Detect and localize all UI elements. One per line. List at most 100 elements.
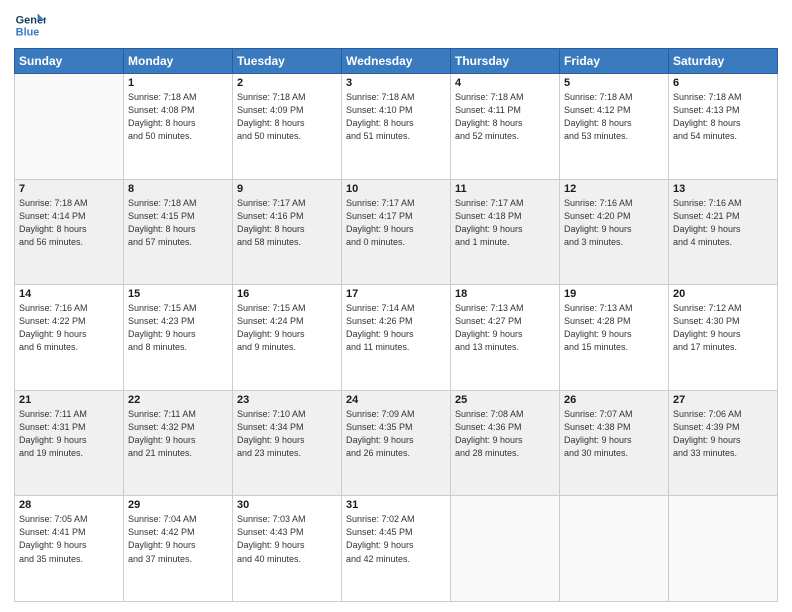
header: General Blue xyxy=(14,10,778,42)
sunset-text: Sunset: 4:12 PM xyxy=(564,104,664,117)
day-number: 24 xyxy=(346,394,446,406)
day-number: 26 xyxy=(564,394,664,406)
daylight-text: Daylight: 8 hours xyxy=(673,117,773,130)
sunset-text: Sunset: 4:09 PM xyxy=(237,104,337,117)
day-number: 31 xyxy=(346,499,446,511)
daylight-text-cont: and 30 minutes. xyxy=(564,447,664,460)
day-number: 12 xyxy=(564,183,664,195)
calendar-day-cell: 1 Sunrise: 7:18 AMSunset: 4:08 PMDaylight… xyxy=(124,74,233,180)
sunset-text: Sunset: 4:42 PM xyxy=(128,526,228,539)
day-info: Sunrise: 7:18 AMSunset: 4:08 PMDaylight:… xyxy=(128,91,228,143)
day-info: Sunrise: 7:10 AMSunset: 4:34 PMDaylight:… xyxy=(237,408,337,460)
day-info: Sunrise: 7:18 AMSunset: 4:14 PMDaylight:… xyxy=(19,197,119,249)
sunrise-text: Sunrise: 7:05 AM xyxy=(19,513,119,526)
daylight-text: Daylight: 8 hours xyxy=(455,117,555,130)
calendar-day-cell: 27Sunrise: 7:06 AMSunset: 4:39 PMDayligh… xyxy=(669,390,778,496)
daylight-text-cont: and 40 minutes. xyxy=(237,553,337,566)
daylight-text: Daylight: 9 hours xyxy=(673,328,773,341)
day-number: 5 xyxy=(564,77,664,89)
daylight-text-cont: and 54 minutes. xyxy=(673,130,773,143)
calendar-day-cell: 29Sunrise: 7:04 AMSunset: 4:42 PMDayligh… xyxy=(124,496,233,602)
calendar-day-cell: 13Sunrise: 7:16 AMSunset: 4:21 PMDayligh… xyxy=(669,179,778,285)
day-number: 4 xyxy=(455,77,555,89)
calendar-day-cell: 25Sunrise: 7:08 AMSunset: 4:36 PMDayligh… xyxy=(451,390,560,496)
calendar-table: SundayMondayTuesdayWednesdayThursdayFrid… xyxy=(14,48,778,602)
day-number: 25 xyxy=(455,394,555,406)
day-info: Sunrise: 7:18 AMSunset: 4:11 PMDaylight:… xyxy=(455,91,555,143)
day-number: 9 xyxy=(237,183,337,195)
day-info: Sunrise: 7:15 AMSunset: 4:24 PMDaylight:… xyxy=(237,302,337,354)
daylight-text-cont: and 13 minutes. xyxy=(455,341,555,354)
day-number: 7 xyxy=(19,183,119,195)
sunset-text: Sunset: 4:31 PM xyxy=(19,421,119,434)
calendar-day-cell: 9 Sunrise: 7:17 AMSunset: 4:16 PMDaylight… xyxy=(233,179,342,285)
day-number: 8 xyxy=(128,183,228,195)
daylight-text-cont: and 37 minutes. xyxy=(128,553,228,566)
sunset-text: Sunset: 4:43 PM xyxy=(237,526,337,539)
day-number: 30 xyxy=(237,499,337,511)
day-number: 10 xyxy=(346,183,446,195)
calendar-day-cell: 20Sunrise: 7:12 AMSunset: 4:30 PMDayligh… xyxy=(669,285,778,391)
calendar-day-cell: 3Sunrise: 7:18 AMSunset: 4:10 PMDaylight… xyxy=(342,74,451,180)
day-info: Sunrise: 7:03 AMSunset: 4:43 PMDaylight:… xyxy=(237,513,337,565)
sunset-text: Sunset: 4:24 PM xyxy=(237,315,337,328)
day-info: Sunrise: 7:11 AMSunset: 4:31 PMDaylight:… xyxy=(19,408,119,460)
calendar-week-row: 7 Sunrise: 7:18 AMSunset: 4:14 PMDaylight… xyxy=(15,179,778,285)
sunrise-text: Sunrise: 7:18 AM xyxy=(19,197,119,210)
daylight-text: Daylight: 8 hours xyxy=(19,223,119,236)
sunrise-text: Sunrise: 7:17 AM xyxy=(346,197,446,210)
daylight-text-cont: and 26 minutes. xyxy=(346,447,446,460)
daylight-text-cont: and 56 minutes. xyxy=(19,236,119,249)
weekday-header-row: SundayMondayTuesdayWednesdayThursdayFrid… xyxy=(15,49,778,74)
day-number: 1 xyxy=(128,77,228,89)
daylight-text: Daylight: 9 hours xyxy=(564,328,664,341)
daylight-text-cont: and 23 minutes. xyxy=(237,447,337,460)
sunset-text: Sunset: 4:16 PM xyxy=(237,210,337,223)
daylight-text: Daylight: 9 hours xyxy=(346,539,446,552)
day-number: 23 xyxy=(237,394,337,406)
daylight-text-cont: and 35 minutes. xyxy=(19,553,119,566)
daylight-text-cont: and 28 minutes. xyxy=(455,447,555,460)
logo: General Blue xyxy=(14,10,46,42)
day-info: Sunrise: 7:18 AMSunset: 4:09 PMDaylight:… xyxy=(237,91,337,143)
day-number: 13 xyxy=(673,183,773,195)
day-info: Sunrise: 7:13 AMSunset: 4:28 PMDaylight:… xyxy=(564,302,664,354)
daylight-text-cont: and 9 minutes. xyxy=(237,341,337,354)
daylight-text: Daylight: 9 hours xyxy=(346,328,446,341)
daylight-text-cont: and 1 minute. xyxy=(455,236,555,249)
page: General Blue SundayMondayTuesdayWednesda… xyxy=(0,0,792,612)
daylight-text-cont: and 33 minutes. xyxy=(673,447,773,460)
calendar-day-cell: 17Sunrise: 7:14 AMSunset: 4:26 PMDayligh… xyxy=(342,285,451,391)
calendar-day-cell: 6Sunrise: 7:18 AMSunset: 4:13 PMDaylight… xyxy=(669,74,778,180)
day-info: Sunrise: 7:09 AMSunset: 4:35 PMDaylight:… xyxy=(346,408,446,460)
sunset-text: Sunset: 4:17 PM xyxy=(346,210,446,223)
daylight-text-cont: and 51 minutes. xyxy=(346,130,446,143)
sunset-text: Sunset: 4:22 PM xyxy=(19,315,119,328)
day-number: 28 xyxy=(19,499,119,511)
calendar-day-cell: 12Sunrise: 7:16 AMSunset: 4:20 PMDayligh… xyxy=(560,179,669,285)
sunset-text: Sunset: 4:20 PM xyxy=(564,210,664,223)
calendar-week-row: 21Sunrise: 7:11 AMSunset: 4:31 PMDayligh… xyxy=(15,390,778,496)
calendar-day-cell: 4 Sunrise: 7:18 AMSunset: 4:11 PMDaylight… xyxy=(451,74,560,180)
sunrise-text: Sunrise: 7:12 AM xyxy=(673,302,773,315)
calendar-day-cell xyxy=(669,496,778,602)
day-number: 3 xyxy=(346,77,446,89)
daylight-text-cont: and 42 minutes. xyxy=(346,553,446,566)
sunrise-text: Sunrise: 7:15 AM xyxy=(237,302,337,315)
svg-text:Blue: Blue xyxy=(16,26,40,38)
day-info: Sunrise: 7:17 AMSunset: 4:16 PMDaylight:… xyxy=(237,197,337,249)
calendar-day-cell: 19Sunrise: 7:13 AMSunset: 4:28 PMDayligh… xyxy=(560,285,669,391)
sunrise-text: Sunrise: 7:02 AM xyxy=(346,513,446,526)
sunrise-text: Sunrise: 7:16 AM xyxy=(564,197,664,210)
daylight-text: Daylight: 9 hours xyxy=(19,539,119,552)
daylight-text: Daylight: 9 hours xyxy=(128,539,228,552)
daylight-text-cont: and 8 minutes. xyxy=(128,341,228,354)
day-info: Sunrise: 7:15 AMSunset: 4:23 PMDaylight:… xyxy=(128,302,228,354)
day-info: Sunrise: 7:02 AMSunset: 4:45 PMDaylight:… xyxy=(346,513,446,565)
day-number: 2 xyxy=(237,77,337,89)
calendar-day-cell: 5Sunrise: 7:18 AMSunset: 4:12 PMDaylight… xyxy=(560,74,669,180)
day-info: Sunrise: 7:04 AMSunset: 4:42 PMDaylight:… xyxy=(128,513,228,565)
day-info: Sunrise: 7:12 AMSunset: 4:30 PMDaylight:… xyxy=(673,302,773,354)
daylight-text-cont: and 15 minutes. xyxy=(564,341,664,354)
day-info: Sunrise: 7:18 AMSunset: 4:15 PMDaylight:… xyxy=(128,197,228,249)
